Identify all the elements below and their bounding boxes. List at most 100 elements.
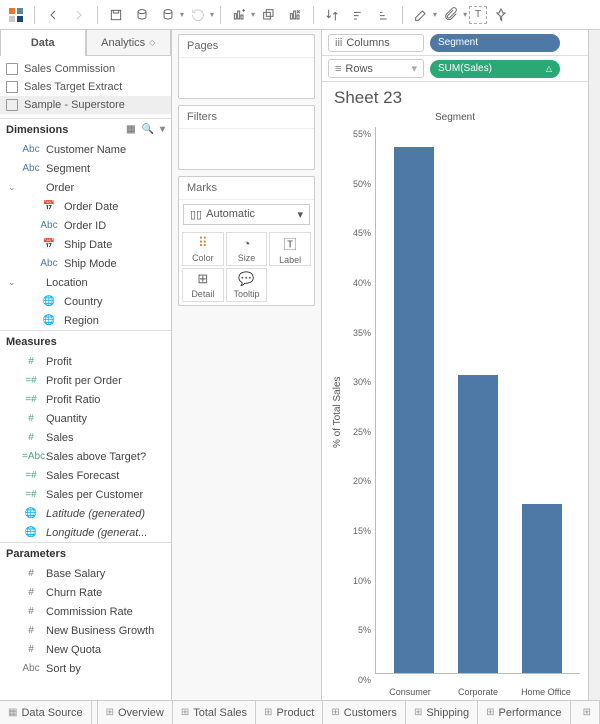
filters-shelf[interactable]: Filters [178, 105, 315, 170]
sheet-icon: ⊞ [106, 707, 114, 718]
field-item[interactable]: AbcSort by [0, 659, 171, 678]
tooltip-button[interactable]: 💬Tooltip [226, 268, 268, 302]
field-item[interactable]: #Profit [0, 352, 171, 371]
datasource-icon: ▦ [8, 707, 17, 718]
field-item[interactable]: AbcOrder ID [0, 216, 171, 235]
field-item[interactable]: AbcShip Mode [0, 254, 171, 273]
columns-icon: iii [335, 37, 342, 49]
field-item[interactable]: #New Quota [0, 640, 171, 659]
field-item[interactable]: =#Sales Forecast [0, 466, 171, 485]
data-pane: Data Analytics◇ Sales Commission Sales T… [0, 30, 172, 700]
pages-shelf[interactable]: Pages [178, 34, 315, 99]
y-tick: 15% [353, 526, 371, 536]
field-item[interactable]: 🌐Latitude (generated) [0, 504, 171, 523]
tableau-logo[interactable] [4, 3, 28, 27]
type-icon: # [22, 356, 40, 367]
sheet-tab[interactable]: ⊞Performance [478, 701, 570, 724]
datasource-item[interactable]: Sample - Superstore [0, 96, 171, 114]
field-item[interactable]: #Sales [0, 428, 171, 447]
sheet-title[interactable]: Sheet 23 [330, 86, 580, 112]
highlight-button[interactable] [409, 3, 433, 27]
sheet-tab[interactable]: ⊞Overview [98, 701, 173, 724]
type-icon: # [22, 432, 40, 443]
label-button[interactable]: 🅃Label [269, 232, 311, 266]
chart-title: Segment [330, 112, 580, 127]
datasource-item[interactable]: Sales Target Extract [0, 78, 171, 96]
field-item[interactable]: AbcCustomer Name [0, 140, 171, 159]
field-item[interactable]: ⌄Location [0, 273, 171, 292]
type-icon: =# [22, 375, 40, 386]
type-icon: 📅 [40, 239, 58, 250]
type-icon: 🌐 [40, 315, 58, 326]
sheet-tab[interactable]: ⊞Shipping [406, 701, 478, 724]
caret-icon: ▾ [433, 10, 437, 19]
bar[interactable] [458, 375, 498, 673]
datasource-tab[interactable]: ▦Data Source [0, 701, 92, 724]
measures-header: Measures [0, 330, 171, 352]
type-icon: Abc [22, 663, 40, 674]
field-item[interactable]: =AbcSales above Target? [0, 447, 171, 466]
x-tick: Consumer [385, 687, 435, 697]
field-item[interactable]: #Base Salary [0, 564, 171, 583]
type-icon: # [22, 413, 40, 424]
sheet-tab[interactable]: ⊞Product [256, 701, 323, 724]
scrollbar[interactable] [588, 30, 600, 700]
columns-shelf[interactable]: iiiColumns Segment [322, 30, 588, 56]
back-button[interactable] [41, 3, 65, 27]
analytics-tab[interactable]: Analytics◇ [86, 30, 172, 56]
new-datasource-button[interactable] [130, 3, 154, 27]
pin-button[interactable] [489, 3, 513, 27]
bar[interactable] [394, 147, 434, 673]
datasource-item[interactable]: Sales Commission [0, 60, 171, 78]
field-item[interactable]: 🌐Longitude (generat... [0, 523, 171, 542]
sort-asc-button[interactable] [346, 3, 370, 27]
autosave-button[interactable] [156, 3, 180, 27]
type-icon: 🌐 [40, 296, 58, 307]
new-worksheet-button[interactable] [227, 3, 251, 27]
segment-pill[interactable]: Segment [430, 34, 560, 52]
refresh-button[interactable] [186, 3, 210, 27]
sheet-tab[interactable]: ⊞Customers [323, 701, 406, 724]
field-item[interactable]: 🌐Region [0, 311, 171, 330]
detail-button[interactable]: ⊞Detail [182, 268, 224, 302]
field-item[interactable]: ⌄Order [0, 178, 171, 197]
text-button[interactable]: T [469, 6, 487, 24]
color-button[interactable]: ⠿Color [182, 232, 224, 266]
forward-button[interactable] [67, 3, 91, 27]
attach-button[interactable] [439, 3, 463, 27]
y-tick: 30% [353, 377, 371, 387]
field-item[interactable]: 📅Order Date [0, 197, 171, 216]
field-item[interactable]: #Quantity [0, 409, 171, 428]
size-button[interactable]: ◔Size [226, 232, 268, 266]
menu-caret-icon[interactable]: ▾ [160, 124, 165, 135]
field-item[interactable]: =#Sales per Customer [0, 485, 171, 504]
type-icon: Abc [22, 163, 40, 174]
field-item[interactable]: #Churn Rate [0, 583, 171, 602]
data-tab[interactable]: Data [0, 30, 86, 56]
y-tick: 50% [353, 179, 371, 189]
rows-shelf[interactable]: ≡Rows▾ SUM(Sales)△ [322, 56, 588, 82]
field-item[interactable]: #Commission Rate [0, 602, 171, 621]
field-item[interactable]: 📅Ship Date [0, 235, 171, 254]
field-item[interactable]: =#Profit Ratio [0, 390, 171, 409]
field-item[interactable]: AbcSegment [0, 159, 171, 178]
sort-desc-button[interactable] [372, 3, 396, 27]
bar[interactable] [522, 504, 562, 673]
field-item[interactable]: #New Business Growth [0, 621, 171, 640]
duplicate-sheet-button[interactable] [257, 3, 281, 27]
type-icon: =# [22, 489, 40, 500]
rows-icon: ≡ [335, 63, 341, 75]
new-sheet-button[interactable]: ⊞ [575, 701, 600, 724]
view-icon[interactable]: ▦ [126, 124, 135, 135]
sheet-tab[interactable]: ⊞Total Sales [173, 701, 256, 724]
clear-sheet-button[interactable] [283, 3, 307, 27]
swap-button[interactable] [320, 3, 344, 27]
sum-sales-pill[interactable]: SUM(Sales)△ [430, 60, 560, 78]
type-icon: # [22, 625, 40, 636]
mark-type-dropdown[interactable]: ▯▯Automatic▾ [183, 204, 310, 225]
save-button[interactable] [104, 3, 128, 27]
bar-chart[interactable]: % of Total Sales 0%5%10%15%20%25%30%35%4… [330, 127, 580, 698]
search-icon[interactable]: 🔍 [142, 124, 154, 135]
field-item[interactable]: =#Profit per Order [0, 371, 171, 390]
field-item[interactable]: 🌐Country [0, 292, 171, 311]
